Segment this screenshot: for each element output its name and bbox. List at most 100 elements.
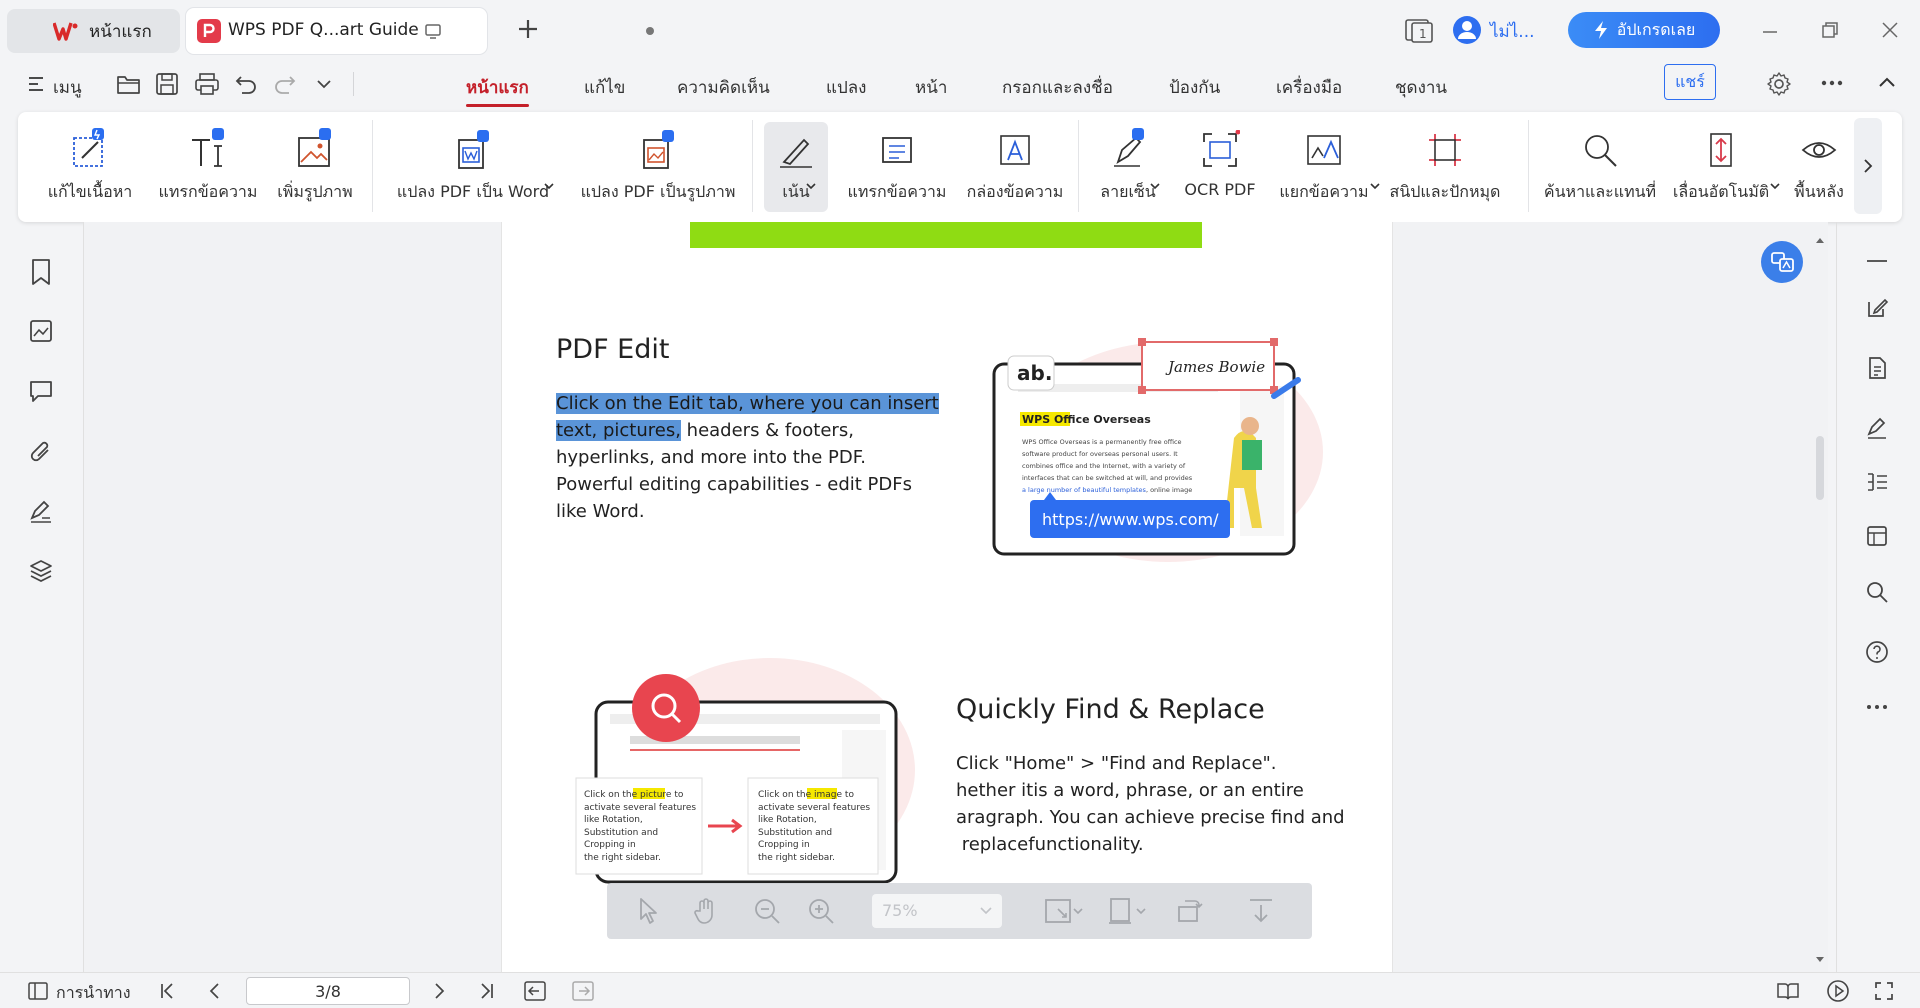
comment-icon[interactable] — [28, 378, 54, 404]
select-cursor-icon[interactable] — [637, 897, 661, 925]
insert-text-button[interactable]: แทรกข้อความ — [158, 122, 258, 212]
tab-protect[interactable]: ป้องกัน — [1169, 74, 1220, 101]
pdf-to-word-chevron-icon[interactable] — [544, 182, 554, 190]
restore-icon[interactable] — [1820, 20, 1840, 40]
first-page-icon[interactable] — [158, 982, 176, 1000]
selected-text[interactable]: text, pictures, — [556, 420, 681, 441]
auto-scroll-button[interactable]: เลื่อนอัตโนมัติ — [1670, 122, 1772, 212]
translate-float-icon[interactable] — [1760, 240, 1804, 284]
text-direction-icon[interactable] — [1865, 470, 1889, 494]
signature-button[interactable]: ลายเซ็น — [1088, 122, 1168, 212]
save-icon[interactable] — [155, 72, 179, 96]
fullscreen-icon[interactable] — [1874, 981, 1894, 1001]
insert-text-label: แทรกข้อความ — [158, 182, 258, 201]
sign-icon[interactable] — [28, 498, 54, 524]
export-down-icon[interactable] — [1247, 897, 1275, 925]
nav-panel-icon[interactable] — [28, 982, 48, 1000]
page-layout-icon[interactable] — [1107, 897, 1147, 925]
auto-scroll-chevron-icon[interactable] — [1770, 182, 1780, 190]
close-window-icon[interactable] — [1880, 20, 1900, 40]
zoom-out-icon[interactable] — [753, 897, 781, 925]
tab-page[interactable]: หน้า — [915, 74, 947, 101]
ribbon-scroll-right-button[interactable] — [1854, 118, 1882, 214]
selected-text[interactable]: Click on the Edit tab, where you can ins… — [556, 393, 939, 414]
chevron-down-icon[interactable] — [316, 78, 332, 90]
add-image-button[interactable]: เพิ่มรูปภาพ — [270, 122, 360, 212]
page-count-icon[interactable]: 1 — [1404, 18, 1434, 44]
edit-note-icon[interactable] — [1865, 296, 1889, 320]
scrollbar-thumb[interactable] — [1816, 436, 1824, 500]
upgrade-button[interactable]: อัปเกรดเลย — [1568, 12, 1720, 48]
monitor-icon[interactable] — [424, 22, 442, 40]
undo-icon[interactable] — [234, 72, 258, 96]
extract-chevron-icon[interactable] — [1370, 182, 1380, 190]
minimize-icon[interactable] — [1760, 22, 1780, 42]
more-options-icon[interactable] — [1865, 702, 1889, 712]
share-button[interactable]: แชร์ — [1664, 64, 1716, 100]
tab-fill-sign[interactable]: กรอกและลงชื่อ — [1002, 74, 1113, 101]
layers-icon[interactable] — [28, 558, 54, 584]
rotate-icon[interactable] — [1175, 897, 1203, 925]
tab-convert[interactable]: แปลง — [826, 74, 866, 101]
bookmark-icon[interactable] — [28, 258, 54, 286]
snip-pin-button[interactable]: สนิปและปักหมุด — [1390, 122, 1500, 212]
more-icon[interactable] — [1820, 78, 1844, 88]
background-button[interactable]: พื้นหลัง — [1788, 122, 1850, 212]
extract-text-button[interactable]: แยกข้อความ — [1276, 122, 1372, 212]
zoom-level-select[interactable]: 75% — [872, 894, 1002, 928]
hand-pan-icon[interactable] — [693, 897, 719, 925]
tab-edit[interactable]: แก้ไข — [584, 74, 625, 101]
unsaved-dot-icon — [646, 27, 654, 35]
back-view-icon[interactable] — [524, 981, 546, 1001]
fill-sign-icon[interactable] — [1865, 416, 1889, 440]
last-page-icon[interactable] — [478, 982, 496, 1000]
settings-gear-icon[interactable] — [1766, 71, 1792, 97]
tab-home[interactable]: หน้าแรก — [466, 74, 529, 107]
previous-page-icon[interactable] — [206, 982, 224, 1000]
user-name[interactable]: ไม่ไ... — [1490, 18, 1535, 45]
highlight-button[interactable]: เน้น — [764, 122, 828, 212]
scroll-down-icon[interactable] — [1815, 956, 1825, 964]
tab-comment[interactable]: ความคิดเห็น — [677, 74, 770, 101]
tab-batch[interactable]: ชุดงาน — [1395, 74, 1447, 101]
find-replace-paragraph: Click "Home" > "Find and Replace". hethe… — [956, 750, 1376, 858]
pdf-edit-paragraph[interactable]: Click on the Edit tab, where you can ins… — [556, 390, 946, 525]
tab-tools[interactable]: เครื่องมือ — [1276, 74, 1342, 101]
hamburger-icon[interactable] — [28, 74, 44, 94]
play-icon[interactable] — [1826, 979, 1850, 1003]
scroll-up-icon[interactable] — [1815, 236, 1825, 244]
find-replace-button[interactable]: ค้นหาและแทนที่ — [1542, 122, 1658, 212]
fit-page-icon[interactable] — [1044, 897, 1084, 925]
document-tab[interactable]: WPS PDF Q...art Guide — [186, 8, 654, 54]
highlight-chevron-icon[interactable] — [806, 182, 816, 190]
pdf-to-image-button[interactable]: แปลง PDF เป็นรูปภาพ — [578, 122, 738, 212]
collapse-ribbon-icon[interactable] — [1877, 74, 1897, 90]
next-page-icon[interactable] — [430, 982, 448, 1000]
ribbon-divider — [372, 120, 373, 212]
reading-mode-icon[interactable] — [1776, 981, 1800, 1001]
print-icon[interactable] — [194, 72, 220, 96]
open-folder-icon[interactable] — [116, 72, 142, 96]
redo-icon[interactable] — [273, 72, 297, 96]
zoom-in-icon[interactable] — [807, 897, 835, 925]
ocr-button[interactable]: OCR PDF — [1180, 122, 1260, 212]
screen-capture-icon[interactable] — [1865, 524, 1889, 548]
new-tab-icon[interactable] — [515, 16, 541, 42]
signature-chevron-icon[interactable] — [1150, 182, 1160, 190]
search-icon[interactable] — [1865, 580, 1889, 604]
pdf-to-word-button[interactable]: แปลง PDF เป็น Word — [388, 122, 558, 212]
collapse-panel-icon[interactable] — [1865, 256, 1889, 266]
menu-button[interactable]: เมนู — [53, 74, 82, 101]
text-box-button[interactable]: กล่องข้อความ — [960, 122, 1070, 212]
avatar-icon[interactable] — [1452, 15, 1482, 45]
page-number-input[interactable]: 3/8 — [246, 977, 410, 1005]
navigation-label[interactable]: การนำทาง — [56, 981, 131, 1006]
help-icon[interactable] — [1865, 640, 1889, 664]
home-tab[interactable]: หน้าแรก — [7, 9, 180, 53]
attachment-icon[interactable] — [28, 438, 54, 464]
forward-view-icon[interactable] — [572, 981, 594, 1001]
edit-content-button[interactable]: แก้ไขเนื้อหา — [40, 122, 140, 212]
thumbnail-icon[interactable] — [28, 318, 54, 344]
document-properties-icon[interactable] — [1865, 356, 1889, 380]
insert-text-comment-button[interactable]: แทรกข้อความ — [842, 122, 952, 212]
